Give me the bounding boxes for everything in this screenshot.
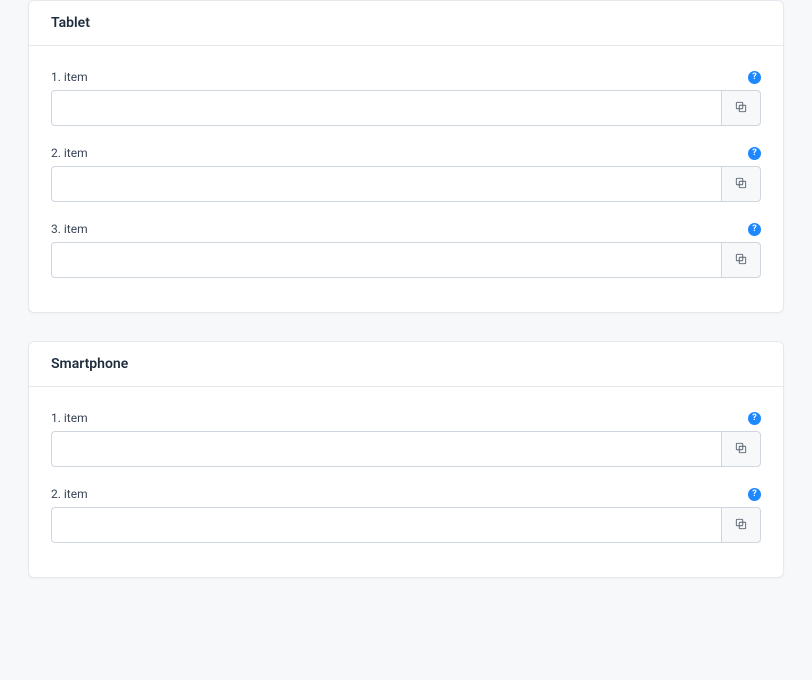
label-row: 1. item ?: [51, 411, 761, 425]
copy-icon: [734, 441, 748, 458]
input-group: [51, 242, 761, 278]
field-label: 1. item: [51, 411, 88, 425]
form-group: 2. item ?: [51, 487, 761, 543]
input-group: [51, 166, 761, 202]
input-group: [51, 431, 761, 467]
form-group: 2. item ?: [51, 146, 761, 202]
item-input[interactable]: [51, 90, 721, 126]
copy-button[interactable]: [721, 90, 761, 126]
copy-button[interactable]: [721, 507, 761, 543]
form-group: 3. item ?: [51, 222, 761, 278]
card-body-tablet: 1. item ? 2. item ?: [29, 46, 783, 312]
form-group: 1. item ?: [51, 411, 761, 467]
copy-icon: [734, 517, 748, 534]
card-header-smartphone: Smartphone: [29, 342, 783, 387]
label-row: 2. item ?: [51, 487, 761, 501]
input-group: [51, 507, 761, 543]
item-input[interactable]: [51, 242, 721, 278]
field-label: 3. item: [51, 222, 88, 236]
field-label: 2. item: [51, 146, 88, 160]
card-tablet: Tablet 1. item ? 2. item ?: [28, 0, 784, 313]
help-icon[interactable]: ?: [748, 71, 761, 84]
help-icon[interactable]: ?: [748, 147, 761, 160]
help-icon[interactable]: ?: [748, 223, 761, 236]
card-smartphone: Smartphone 1. item ? 2. item ?: [28, 341, 784, 578]
copy-icon: [734, 176, 748, 193]
copy-button[interactable]: [721, 431, 761, 467]
item-input[interactable]: [51, 166, 721, 202]
item-input[interactable]: [51, 431, 721, 467]
card-header-tablet: Tablet: [29, 1, 783, 46]
label-row: 1. item ?: [51, 70, 761, 84]
label-row: 2. item ?: [51, 146, 761, 160]
copy-icon: [734, 252, 748, 269]
field-label: 2. item: [51, 487, 88, 501]
copy-button[interactable]: [721, 166, 761, 202]
copy-icon: [734, 100, 748, 117]
form-group: 1. item ?: [51, 70, 761, 126]
input-group: [51, 90, 761, 126]
item-input[interactable]: [51, 507, 721, 543]
help-icon[interactable]: ?: [748, 488, 761, 501]
field-label: 1. item: [51, 70, 88, 84]
label-row: 3. item ?: [51, 222, 761, 236]
card-body-smartphone: 1. item ? 2. item ?: [29, 387, 783, 577]
copy-button[interactable]: [721, 242, 761, 278]
help-icon[interactable]: ?: [748, 412, 761, 425]
